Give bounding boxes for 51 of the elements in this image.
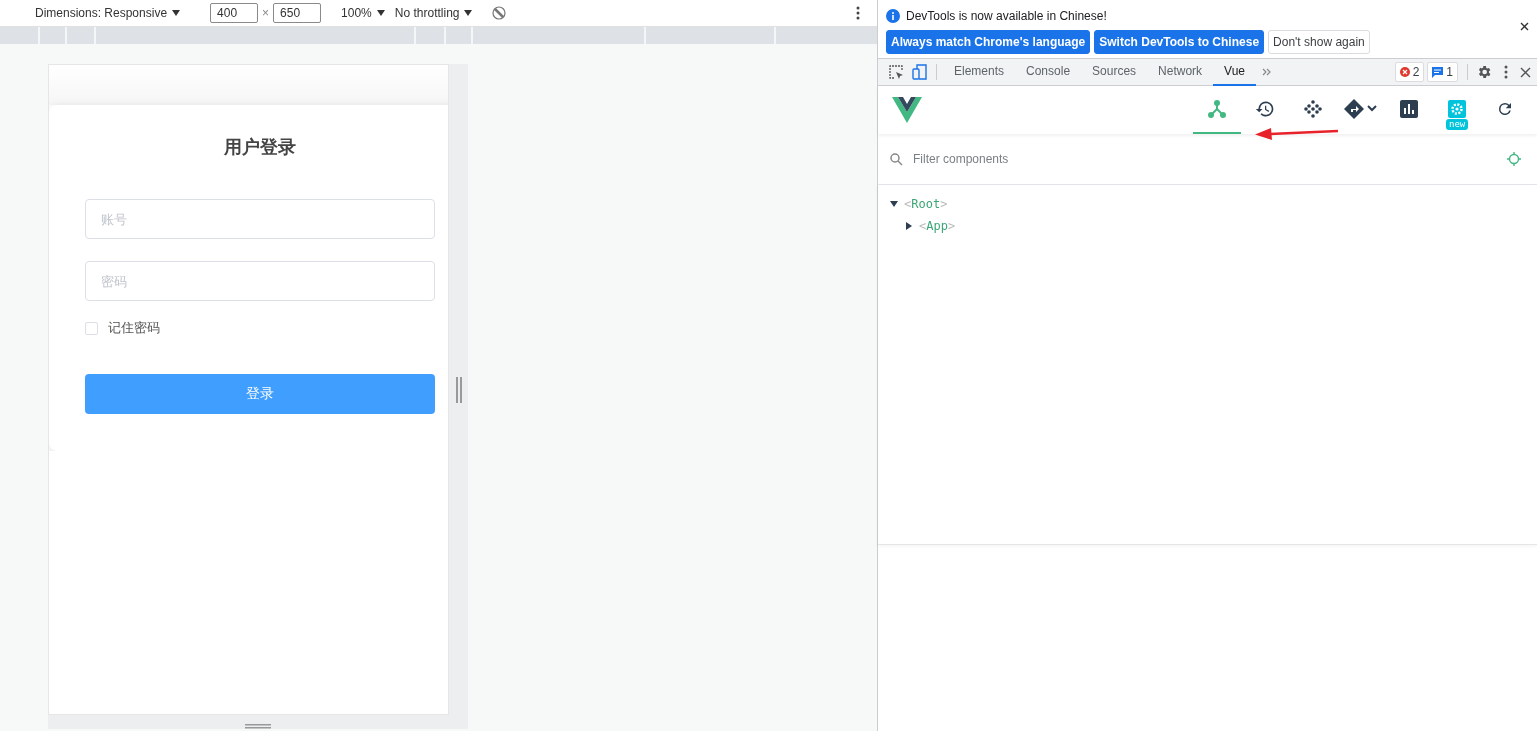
more-icon[interactable] bbox=[1502, 63, 1510, 81]
dimensions-dropdown[interactable]: Dimensions: Responsive bbox=[35, 6, 181, 20]
times-sign: × bbox=[262, 6, 270, 20]
devtools-tab[interactable]: Vue bbox=[1213, 58, 1256, 86]
bar-chart-icon bbox=[1400, 100, 1418, 118]
info-icon bbox=[886, 9, 900, 23]
more-icon[interactable] bbox=[856, 6, 860, 20]
refresh-icon bbox=[1496, 100, 1514, 118]
vue-logo bbox=[892, 97, 922, 123]
component-node[interactable]: <App> bbox=[919, 219, 956, 233]
expand-toggle-icon[interactable] bbox=[905, 222, 913, 230]
text-field[interactable]: 密码 bbox=[85, 261, 435, 301]
caret-icon bbox=[172, 10, 181, 16]
device-toggle-icon[interactable] bbox=[910, 62, 930, 82]
new-badge: new bbox=[1446, 119, 1469, 130]
search-icon bbox=[890, 152, 903, 166]
history-icon bbox=[1255, 99, 1275, 119]
caret-icon bbox=[376, 10, 385, 16]
devtools-tab[interactable]: Sources bbox=[1081, 58, 1148, 86]
route-sign-icon bbox=[1344, 99, 1378, 119]
throttling-dropdown[interactable]: No throttling bbox=[394, 6, 473, 20]
message-count[interactable]: 1 bbox=[1427, 62, 1458, 82]
inspect-icon[interactable] bbox=[886, 62, 906, 82]
error-icon bbox=[1399, 67, 1410, 77]
zoom-dropdown[interactable]: 100% bbox=[341, 6, 385, 20]
expand-toggle-icon[interactable] bbox=[890, 200, 898, 208]
branch-icon bbox=[1207, 99, 1227, 119]
close-button[interactable] bbox=[1518, 20, 1531, 33]
more-tabs-icon[interactable] bbox=[1262, 68, 1272, 76]
grip-icon bbox=[245, 724, 271, 729]
component-node[interactable]: <Root> bbox=[904, 197, 948, 211]
banner-message: DevTools is now available in Chinese! bbox=[906, 9, 1107, 23]
text-field[interactable]: 账号 bbox=[85, 199, 435, 239]
chat-icon bbox=[1432, 66, 1444, 78]
banner-button[interactable]: Switch DevTools to Chinese bbox=[1094, 30, 1265, 54]
error-count[interactable]: 2 bbox=[1394, 62, 1425, 82]
dots-grid-icon bbox=[1304, 100, 1322, 118]
settings-icon bbox=[1448, 100, 1466, 118]
banner-button[interactable]: Always match Chrome's language bbox=[886, 30, 1091, 54]
caret-icon bbox=[464, 10, 473, 16]
height-field[interactable]: 650 bbox=[273, 3, 322, 23]
remember-label: 记住密码 bbox=[108, 319, 160, 337]
width-field[interactable]: 400 bbox=[210, 3, 259, 23]
login-title: 用户登录 bbox=[224, 136, 296, 157]
devtools-tab[interactable]: Console bbox=[1015, 58, 1082, 86]
devtools-tab[interactable]: Elements bbox=[943, 58, 1016, 86]
remember-checkbox[interactable] bbox=[85, 321, 98, 335]
grip-icon bbox=[455, 376, 462, 403]
rotate-icon[interactable] bbox=[492, 6, 507, 20]
banner-button[interactable]: Don't show again bbox=[1268, 30, 1370, 54]
devtools-tab[interactable]: Network bbox=[1147, 58, 1214, 86]
